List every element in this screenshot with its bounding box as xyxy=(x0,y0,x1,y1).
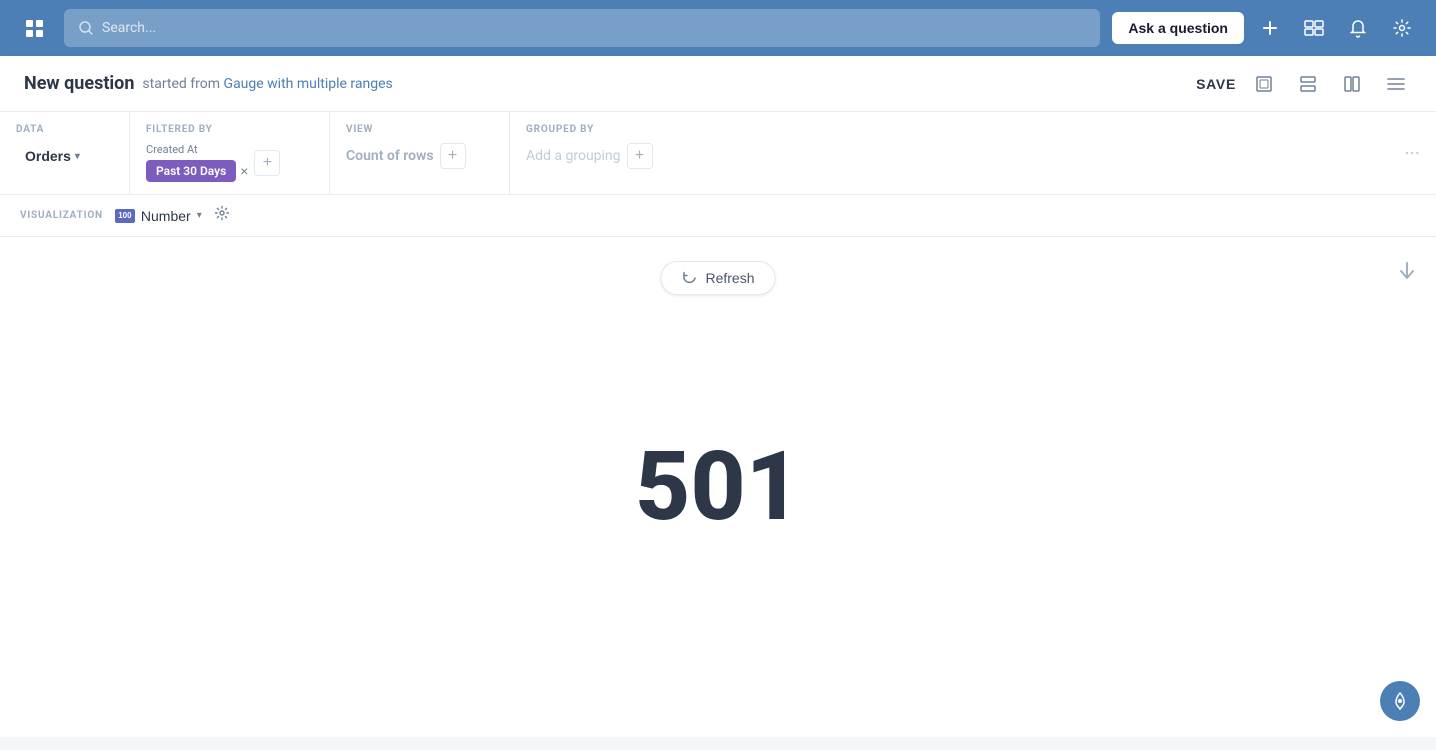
filter-tag: Past 30 Days × xyxy=(146,160,248,182)
data-source-label: Orders xyxy=(25,148,71,164)
visualization-settings-button[interactable] xyxy=(214,205,230,226)
download-icon xyxy=(1398,261,1416,283)
layout-icon xyxy=(1343,75,1361,93)
bell-icon xyxy=(1349,19,1367,38)
page-title: New question xyxy=(24,73,134,94)
query-options-button[interactable]: ··· xyxy=(1388,112,1436,194)
header-bar: New question started from Gauge with mul… xyxy=(0,56,1436,112)
plus-icon xyxy=(1261,19,1279,37)
more-options-button[interactable] xyxy=(1380,68,1412,100)
fullscreen-button[interactable] xyxy=(1248,68,1280,100)
new-button[interactable] xyxy=(1252,10,1288,46)
app-logo xyxy=(16,10,52,46)
metabase-watermark-button[interactable] xyxy=(1380,681,1420,721)
add-grouping-button[interactable]: + xyxy=(627,143,653,169)
layout-button[interactable] xyxy=(1336,68,1368,100)
grouped-by-section: GROUPED BY Add a grouping + xyxy=(510,112,1388,194)
refresh-button[interactable]: Refresh xyxy=(660,261,775,295)
add-filter-button[interactable]: + xyxy=(254,150,280,176)
header-right: SAVE xyxy=(1196,68,1412,100)
source-link[interactable]: Gauge with multiple ranges xyxy=(224,76,393,92)
gear-icon xyxy=(1392,18,1412,38)
settings-gear-icon xyxy=(214,205,230,221)
grouped-by-label: GROUPED BY xyxy=(526,124,1372,135)
data-section: DATA Orders ▾ xyxy=(0,112,130,194)
filtered-by-section: FILTERED BY Created At Past 30 Days × + xyxy=(130,112,330,194)
filter-pill[interactable]: Past 30 Days xyxy=(146,160,236,182)
search-placeholder: Search... xyxy=(102,20,156,36)
result-value: 501 xyxy=(635,439,801,535)
add-metric-button[interactable]: + xyxy=(440,143,466,169)
add-grouping-placeholder: Add a grouping xyxy=(526,148,621,164)
visualization-type-dropdown[interactable]: 100 Number ▾ xyxy=(115,208,202,224)
nav-right: Ask a question xyxy=(1112,10,1420,46)
data-source-dropdown[interactable]: Orders ▾ xyxy=(16,143,89,169)
browse-button[interactable] xyxy=(1296,10,1332,46)
view-mode-button[interactable] xyxy=(1292,68,1324,100)
header-subtitle: started from Gauge with multiple ranges xyxy=(142,76,392,92)
chevron-down-icon: ▾ xyxy=(197,210,202,221)
visualization-label: VISUALIZATION xyxy=(20,210,103,221)
visualization-bar: VISUALIZATION 100 Number ▾ xyxy=(0,195,1436,237)
search-icon xyxy=(78,20,94,36)
browse-icon xyxy=(1304,20,1324,36)
filtered-by-label: FILTERED BY xyxy=(146,124,313,135)
save-button[interactable]: SAVE xyxy=(1196,76,1236,92)
filter-remove-button[interactable]: × xyxy=(240,164,248,178)
settings-button[interactable] xyxy=(1384,10,1420,46)
fullscreen-icon xyxy=(1255,75,1273,93)
refresh-icon xyxy=(681,270,697,286)
header-left: New question started from Gauge with mul… xyxy=(24,73,393,94)
data-label: DATA xyxy=(16,124,113,135)
chevron-down-icon: ▾ xyxy=(75,151,80,162)
refresh-label: Refresh xyxy=(705,270,754,286)
query-builder: DATA Orders ▾ FILTERED BY Created At Pas… xyxy=(0,112,1436,195)
number-viz-icon: 100 xyxy=(115,209,135,223)
ask-question-button[interactable]: Ask a question xyxy=(1112,12,1244,44)
view-label: VIEW xyxy=(346,124,493,135)
download-button[interactable] xyxy=(1398,261,1416,289)
top-navigation: Search... Ask a question xyxy=(0,0,1436,56)
view-metric-label[interactable]: Count of rows xyxy=(346,148,434,164)
search-bar[interactable]: Search... xyxy=(64,9,1100,47)
visualization-type-label: Number xyxy=(141,208,191,224)
main-content: Refresh 501 xyxy=(0,237,1436,737)
filter-tag-wrapper: Created At Past 30 Days × xyxy=(146,143,248,182)
hamburger-icon xyxy=(1387,77,1405,91)
rocket-icon xyxy=(1390,691,1410,711)
view-mode-icon xyxy=(1299,75,1317,93)
filter-field-label: Created At xyxy=(146,143,248,156)
view-section: VIEW Count of rows + xyxy=(330,112,510,194)
notifications-button[interactable] xyxy=(1340,10,1376,46)
